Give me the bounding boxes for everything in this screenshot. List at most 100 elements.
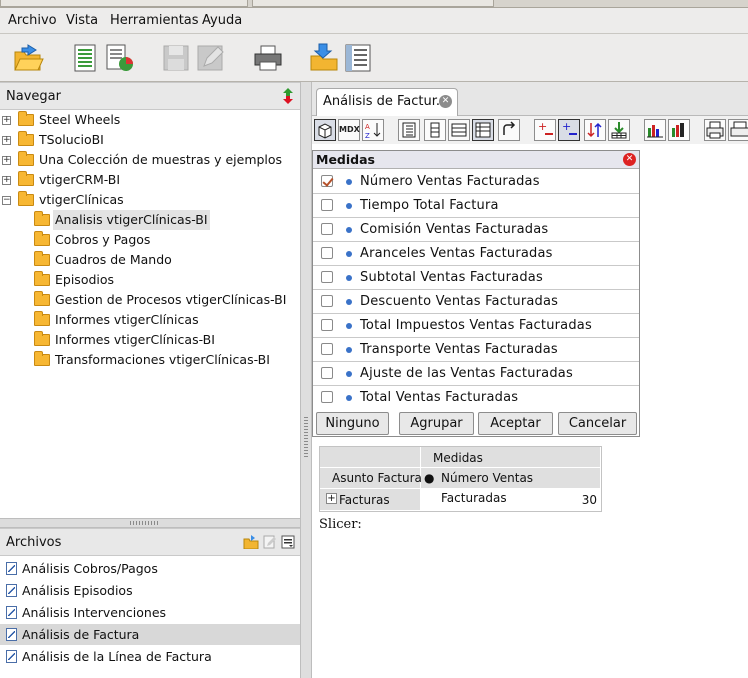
chart-config-icon[interactable] — [668, 119, 690, 141]
tree-item-steel-wheels[interactable]: + Steel Wheels — [0, 110, 300, 130]
tree-child-episodios[interactable]: Episodios — [0, 270, 300, 290]
menu-ayuda[interactable]: Ayuda — [202, 13, 242, 28]
drill-position-icon[interactable]: + — [558, 119, 580, 141]
sort-az-icon[interactable]: AZ — [362, 119, 384, 141]
vertical-splitter[interactable] — [300, 82, 312, 678]
document-tab[interactable]: Análisis de Factur.. ✕ — [316, 88, 458, 116]
save-as-icon[interactable] — [194, 42, 226, 74]
expand-icon[interactable]: + — [2, 116, 11, 125]
folder-icon — [18, 131, 34, 146]
close-tab-icon[interactable]: ✕ — [439, 95, 452, 108]
mdx-button[interactable]: MDX — [338, 119, 360, 141]
tree-item-label: Transformaciones vtigerClínicas-BI — [55, 352, 270, 367]
cube-navigator-button[interactable] — [314, 119, 336, 141]
menu-vista[interactable]: Vista — [66, 13, 98, 28]
measure-item[interactable]: Subtotal Ventas Facturadas — [313, 266, 639, 290]
chart-icon[interactable] — [644, 119, 666, 141]
tree-item-tsoluciobi[interactable]: + TSolucioBI — [0, 130, 300, 150]
expand-icon[interactable]: + — [2, 156, 11, 165]
pivot-measure-label[interactable]: Número Ventas Facturadas — [441, 468, 601, 508]
tree-child-gestion[interactable]: Gestion de Procesos vtigerClínicas-BI — [0, 290, 300, 310]
print-config-icon[interactable] — [704, 119, 726, 141]
accept-button[interactable]: Aceptar — [478, 412, 553, 435]
show-properties-icon[interactable] — [448, 119, 470, 141]
file-item-linea-factura[interactable]: Análisis de la Línea de Factura — [0, 646, 300, 667]
expand-icon[interactable]: + — [2, 136, 11, 145]
open-folder-icon[interactable] — [243, 535, 259, 549]
pivot-row-header-label[interactable]: Asunto Factura — [332, 468, 422, 488]
close-icon[interactable]: ✕ — [623, 153, 636, 166]
folder-icon — [34, 231, 50, 246]
measure-item[interactable]: Total Impuestos Ventas Facturadas — [313, 314, 639, 338]
new-analysis-icon[interactable] — [104, 42, 136, 74]
swap-axes-icon[interactable] — [498, 119, 520, 141]
measure-bullet-icon — [346, 371, 352, 377]
edit-icon[interactable] — [263, 535, 277, 549]
measure-item[interactable]: Aranceles Ventas Facturadas — [313, 242, 639, 266]
show-parents-icon[interactable] — [398, 119, 420, 141]
file-item-cobros-pagos[interactable]: Análisis Cobros/Pagos — [0, 558, 300, 579]
file-item-episodios[interactable]: Análisis Episodios — [0, 580, 300, 601]
measure-checkbox[interactable] — [321, 175, 333, 187]
browser-tab[interactable] — [252, 0, 494, 7]
tree-child-informes-bi[interactable]: Informes vtigerClínicas-BI — [0, 330, 300, 350]
group-button[interactable]: Agrupar — [399, 412, 474, 435]
print-pdf-icon[interactable] — [728, 119, 748, 141]
tree-child-informes[interactable]: Informes vtigerClínicas — [0, 310, 300, 330]
drill-replace-icon[interactable] — [584, 119, 606, 141]
drill-member-icon[interactable]: + — [534, 119, 556, 141]
horizontal-splitter[interactable] — [0, 518, 300, 528]
refresh-icon[interactable] — [282, 88, 294, 104]
expand-icon[interactable]: + — [326, 493, 337, 504]
menu-herramientas[interactable]: Herramientas — [110, 13, 199, 28]
measure-checkbox[interactable] — [321, 199, 333, 211]
measure-item[interactable]: Número Ventas Facturadas — [313, 170, 639, 194]
measure-checkbox[interactable] — [321, 343, 333, 355]
cancel-button[interactable]: Cancelar — [558, 412, 637, 435]
tree-child-cuadros[interactable]: Cuadros de Mando — [0, 250, 300, 270]
measures-dialog: Medidas ✕ Número Ventas Facturadas Tiemp… — [312, 150, 640, 437]
measure-checkbox[interactable] — [321, 223, 333, 235]
tree-item-samples[interactable]: + Una Colección de muestras y ejemplos — [0, 150, 300, 170]
tree-child-cobros[interactable]: Cobros y Pagos — [0, 230, 300, 250]
new-report-icon[interactable] — [70, 42, 102, 74]
measure-checkbox[interactable] — [321, 319, 333, 331]
svg-text:A: A — [365, 123, 370, 131]
none-button[interactable]: Ninguno — [316, 412, 389, 435]
suppress-empty-icon[interactable] — [472, 119, 494, 141]
file-item-factura[interactable]: Análisis de Factura — [0, 624, 300, 645]
measures-header: Medidas ✕ — [313, 151, 639, 169]
navigate-header: Navegar — [0, 82, 300, 110]
tree-item-vtigerclinicas[interactable]: − vtigerClínicas — [0, 190, 300, 210]
print-icon[interactable] — [252, 42, 284, 74]
measure-item[interactable]: Tiempo Total Factura — [313, 194, 639, 218]
browser-tab[interactable] — [0, 0, 248, 7]
measure-item[interactable]: Total Ventas Facturadas — [313, 386, 639, 410]
folder-icon — [18, 151, 34, 166]
analysis-file-icon — [6, 562, 17, 575]
measure-checkbox[interactable] — [321, 295, 333, 307]
measure-checkbox[interactable] — [321, 391, 333, 403]
collapse-icon[interactable]: − — [2, 196, 11, 205]
menu-list-icon[interactable] — [281, 535, 295, 549]
tree-child-transformaciones[interactable]: Transformaciones vtigerClínicas-BI — [0, 350, 300, 370]
menu-archivo[interactable]: Archivo — [8, 13, 57, 28]
list-view-icon[interactable] — [342, 42, 374, 74]
measure-checkbox[interactable] — [321, 271, 333, 283]
measure-item[interactable]: Ajuste de las Ventas Facturadas — [313, 362, 639, 386]
tree-child-analisis[interactable]: Analisis vtigerClínicas-BI — [0, 210, 300, 230]
file-item-intervenciones[interactable]: Análisis Intervenciones — [0, 602, 300, 623]
measure-item[interactable]: Descuento Ventas Facturadas — [313, 290, 639, 314]
tree-item-vtigercrm-bi[interactable]: + vtigerCRM-BI — [0, 170, 300, 190]
measure-checkbox[interactable] — [321, 367, 333, 379]
save-icon[interactable] — [160, 42, 192, 74]
hide-spans-icon[interactable] — [424, 119, 446, 141]
expand-icon[interactable]: + — [2, 176, 11, 185]
measure-checkbox[interactable] — [321, 247, 333, 259]
drill-through-icon[interactable] — [608, 119, 630, 141]
publish-icon[interactable] — [308, 42, 340, 74]
measure-item[interactable]: Comisión Ventas Facturadas — [313, 218, 639, 242]
pivot-row-label[interactable]: Facturas — [339, 490, 390, 510]
open-folder-icon[interactable] — [12, 42, 44, 74]
measure-item[interactable]: Transporte Ventas Facturadas — [313, 338, 639, 362]
